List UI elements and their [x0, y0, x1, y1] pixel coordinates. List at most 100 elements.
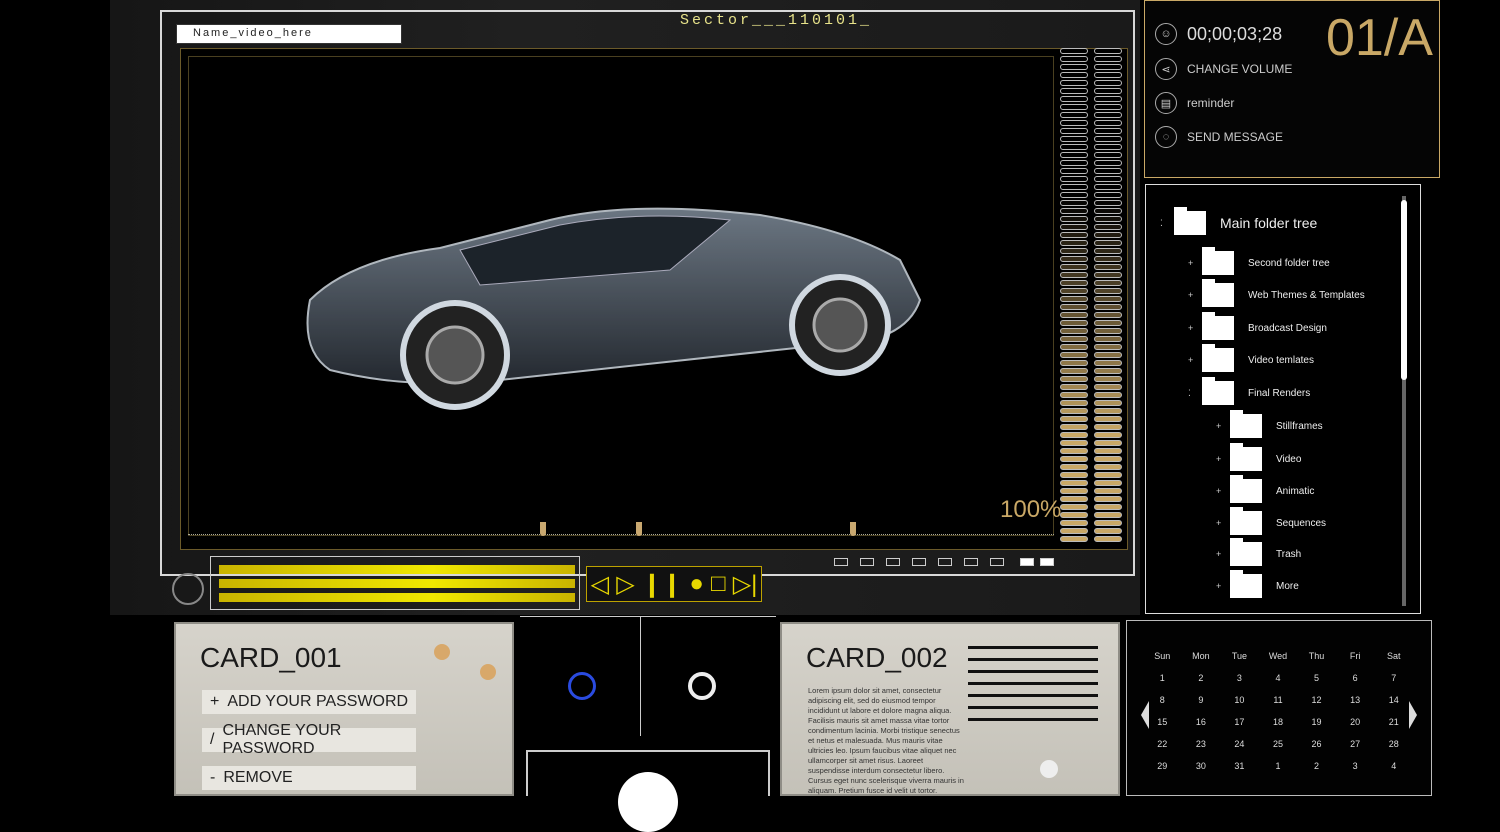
timeline-marker[interactable]: [540, 522, 546, 536]
expand-icon[interactable]: +: [1216, 581, 1230, 591]
expand-icon[interactable]: +: [1216, 454, 1230, 464]
meter-segment: [1060, 160, 1088, 166]
tree-subitem[interactable]: + More: [1216, 570, 1299, 598]
radar-icon[interactable]: [172, 573, 204, 605]
calendar-day[interactable]: 25: [1259, 739, 1298, 749]
video-name-field[interactable]: Name_video_here: [176, 24, 402, 44]
tree-subitem[interactable]: + Trash: [1216, 538, 1301, 566]
calendar-day[interactable]: 9: [1182, 695, 1221, 705]
expand-icon[interactable]: +: [1188, 355, 1202, 365]
calendar-day[interactable]: 3: [1336, 761, 1375, 771]
previous-button[interactable]: ◁: [591, 570, 609, 599]
meter-segment: [1094, 424, 1122, 430]
calendar-day[interactable]: 23: [1182, 739, 1221, 749]
calendar-day[interactable]: 3: [1220, 673, 1259, 683]
calendar-day[interactable]: 10: [1220, 695, 1259, 705]
dial-icon[interactable]: [618, 772, 678, 832]
tree-item[interactable]: ⁚ Final Renders: [1188, 377, 1310, 405]
expand-icon[interactable]: +: [1216, 549, 1230, 559]
calendar-day[interactable]: 18: [1259, 717, 1298, 727]
calendar-day[interactable]: 24: [1220, 739, 1259, 749]
calendar-day[interactable]: 26: [1297, 739, 1336, 749]
calendar-day[interactable]: 17: [1220, 717, 1259, 727]
calendar-day[interactable]: 21: [1374, 717, 1413, 727]
timeline-marker[interactable]: [850, 522, 856, 536]
tree-root[interactable]: ⁚ Main folder tree: [1160, 207, 1317, 235]
calendar-day[interactable]: 7: [1374, 673, 1413, 683]
meter-segment: [1094, 120, 1122, 126]
tree-item[interactable]: + Second folder tree: [1188, 247, 1330, 275]
tree-subitem[interactable]: + Animatic: [1216, 475, 1314, 503]
calendar-day[interactable]: 28: [1374, 739, 1413, 749]
calendar-day[interactable]: 1: [1259, 761, 1298, 771]
calendar-day[interactable]: 22: [1143, 739, 1182, 749]
timeline-marker[interactable]: [636, 522, 642, 536]
calendar-day[interactable]: 13: [1336, 695, 1375, 705]
calendar-day[interactable]: 19: [1297, 717, 1336, 727]
change-volume-button[interactable]: ⋖ CHANGE VOLUME: [1155, 58, 1292, 80]
tree-scrollbar-thumb[interactable]: [1401, 200, 1407, 380]
calendar-day[interactable]: 2: [1182, 673, 1221, 683]
expand-icon[interactable]: +: [1188, 323, 1202, 333]
send-message-button[interactable]: ◌ SEND MESSAGE: [1155, 126, 1283, 148]
target-icon-white[interactable]: [688, 672, 716, 700]
remove-button[interactable]: - REMOVE: [202, 766, 416, 790]
target-icon-blue[interactable]: [568, 672, 596, 700]
expand-icon[interactable]: +: [1216, 486, 1230, 496]
collapse-icon[interactable]: ⁚: [1188, 388, 1202, 399]
change-password-button[interactable]: / CHANGE YOUR PASSWORD: [202, 722, 416, 757]
meter-segment: [1060, 256, 1088, 262]
meter-segment: [1094, 472, 1122, 478]
tree-subitem[interactable]: + Sequences: [1216, 507, 1326, 535]
calendar-day[interactable]: 8: [1143, 695, 1182, 705]
calendar-day[interactable]: 11: [1259, 695, 1298, 705]
calendar-day[interactable]: 1: [1143, 673, 1182, 683]
expand-icon[interactable]: +: [1216, 421, 1230, 431]
calendar-day[interactable]: 12: [1297, 695, 1336, 705]
playback-controls: ◁ ▷ ❙❙ ● □ ▷|: [586, 566, 762, 602]
tree-subitem[interactable]: + Stillframes: [1216, 410, 1323, 438]
status-dot: [1040, 760, 1058, 778]
calendar-day[interactable]: 5: [1297, 673, 1336, 683]
calendar-day[interactable]: 20: [1336, 717, 1375, 727]
timecode: 00;00;03;28: [1187, 23, 1283, 44]
calendar-day[interactable]: 15: [1143, 717, 1182, 727]
record-button[interactable]: ●: [689, 570, 704, 598]
tree-item[interactable]: + Broadcast Design: [1188, 312, 1327, 340]
expand-icon[interactable]: +: [1188, 258, 1202, 268]
stop-button[interactable]: □: [711, 570, 726, 598]
zoom-label: 100%: [1000, 496, 1062, 523]
folder-icon: [1230, 410, 1262, 438]
calendar-day[interactable]: 2: [1297, 761, 1336, 771]
tree-item[interactable]: + Video temlates: [1188, 344, 1314, 372]
tree-subitem[interactable]: + Video: [1216, 443, 1301, 471]
calendar-day[interactable]: 29: [1143, 761, 1182, 771]
calendar-day[interactable]: 30: [1182, 761, 1221, 771]
meter-segment: [1060, 72, 1088, 78]
calendar-day[interactable]: 6: [1336, 673, 1375, 683]
calendar-day[interactable]: 4: [1259, 673, 1298, 683]
reminder-button[interactable]: ▤ reminder: [1155, 92, 1234, 114]
collapse-icon[interactable]: ⁚: [1160, 218, 1174, 229]
tree-subitem-label: Stillframes: [1276, 420, 1323, 432]
calendar-day[interactable]: 4: [1374, 761, 1413, 771]
play-button[interactable]: ▷: [616, 570, 634, 599]
calendar-day[interactable]: 27: [1336, 739, 1375, 749]
pause-button[interactable]: ❙❙: [642, 570, 682, 599]
calendar-day[interactable]: 14: [1374, 695, 1413, 705]
meter-segment: [1094, 232, 1122, 238]
expand-icon[interactable]: +: [1216, 518, 1230, 528]
indicator-square: [834, 558, 848, 566]
indicator-square: [912, 558, 926, 566]
tree-item[interactable]: + Web Themes & Templates: [1188, 279, 1365, 307]
meter-segment: [1094, 408, 1122, 414]
calendar-day[interactable]: 31: [1220, 761, 1259, 771]
meter-segment: [1060, 392, 1088, 398]
indicator-square: [886, 558, 900, 566]
expand-icon[interactable]: +: [1188, 290, 1202, 300]
meter-segment: [1060, 312, 1088, 318]
timeline-scrubber[interactable]: [188, 522, 1054, 536]
calendar-day[interactable]: 16: [1182, 717, 1221, 727]
add-password-button[interactable]: + ADD YOUR PASSWORD: [202, 690, 416, 714]
next-button[interactable]: ▷|: [733, 570, 758, 599]
